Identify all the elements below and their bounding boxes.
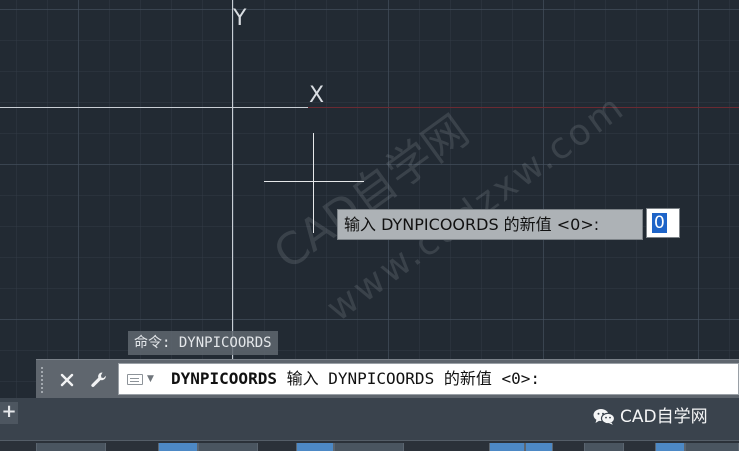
command-input-field[interactable]: ▼ DYNPICOORDS 输入 DYNPICOORDS 的新值 <0>: [118,363,739,395]
close-icon [60,373,74,387]
ucs-y-axis-line [232,0,233,360]
chevron-down-icon[interactable]: ▼ [147,372,154,386]
layout-tab-strip: + CAD自学网 [0,398,739,440]
crosshair-cursor-vertical [313,133,314,233]
dynamic-input-value[interactable]: 0 [652,213,667,233]
drawing-canvas[interactable]: Y X CAD自学网 www.cadzxw.com 输入 DYNPICOORDS… [0,0,739,398]
watermark-text: CAD自学网 [264,105,479,280]
brand-name: CAD自学网 [620,407,708,427]
wechat-icon [593,409,615,425]
command-name: DYNPICOORDS [171,369,277,388]
add-layout-button[interactable]: + [0,402,18,424]
dynamic-input-prompt: 输入 DYNPICOORDS 的新值 <0>: [337,209,643,240]
command-line-text: DYNPICOORDS 输入 DYNPICOORDS 的新值 <0>: [171,364,540,394]
wrench-icon [91,372,106,387]
command-line-grip-handle[interactable] [40,366,44,394]
status-tray [0,440,739,451]
close-command-line-button[interactable] [54,367,80,393]
command-prompt-text: 输入 DYNPICOORDS 的新值 <0>: [276,369,540,388]
status-bar: + CAD自学网 [0,398,739,451]
command-line-bar: ▼ DYNPICOORDS 输入 DYNPICOORDS 的新值 <0>: [36,359,739,399]
x-axis-extension-line [308,107,739,108]
dynamic-input-field[interactable]: 0 [646,208,680,238]
ucs-x-axis-line [0,107,308,108]
ucs-x-label: X [309,83,325,108]
ucs-y-label: Y [233,6,247,31]
recent-commands-icon[interactable] [127,374,143,385]
watermark-url: www.cadzxw.com [319,86,633,330]
crosshair-cursor-horizontal [264,181,364,182]
customize-command-line-button[interactable] [86,367,112,393]
command-history-line: 命令: DYNPICOORDS [128,331,278,355]
